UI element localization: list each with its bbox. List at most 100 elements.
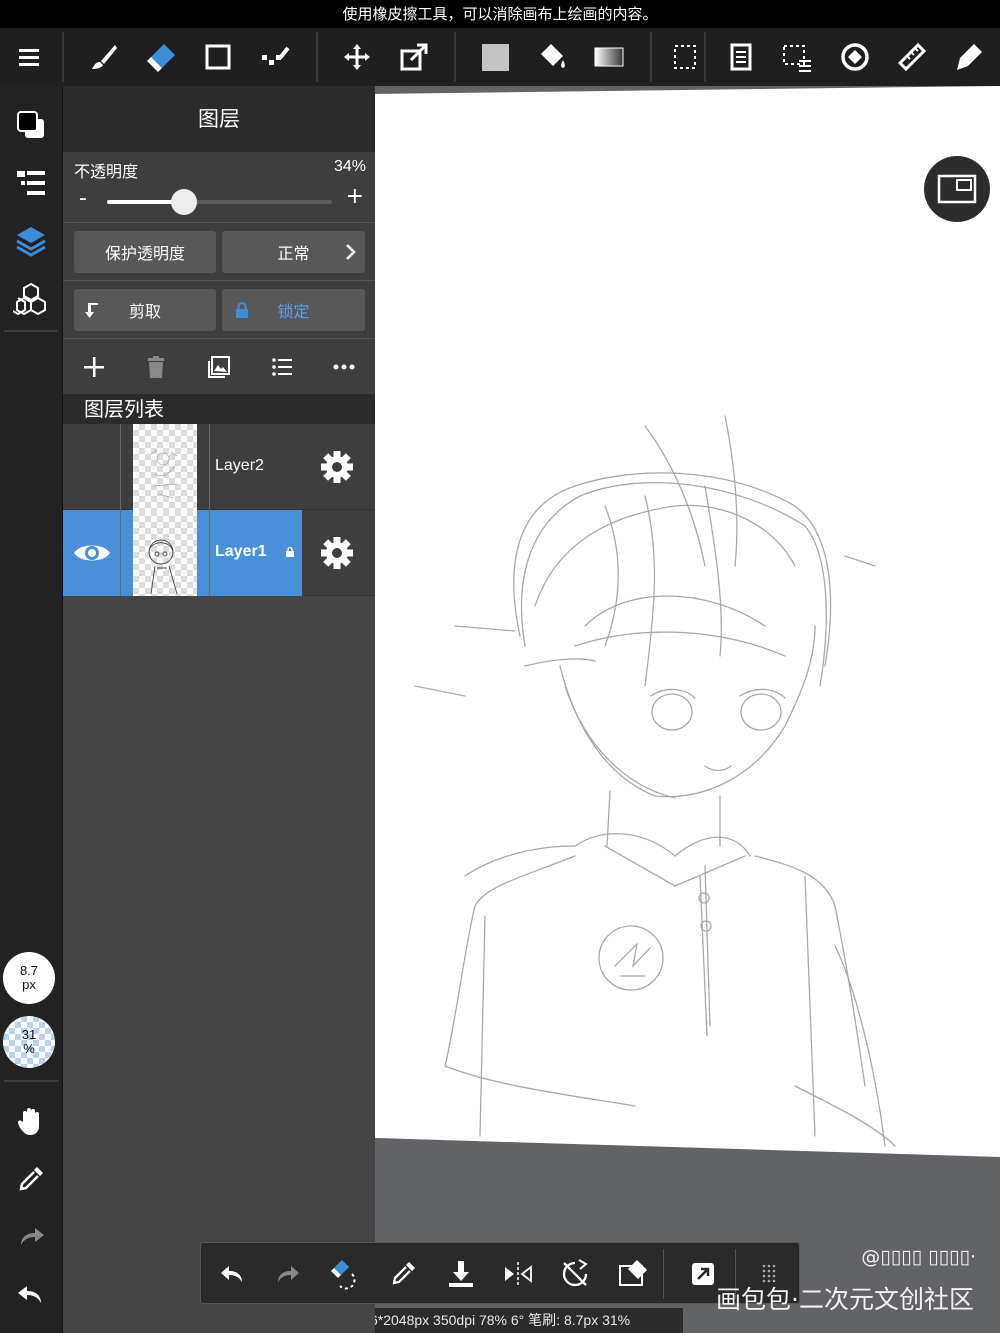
shape-icon[interactable] <box>194 34 242 80</box>
opacity-slider-thumb[interactable] <box>170 189 197 215</box>
blend-mode-label: 正常 <box>277 244 310 263</box>
gear-icon[interactable] <box>318 448 356 486</box>
undo-icon[interactable] <box>6 1270 56 1320</box>
lasso-fill-icon[interactable] <box>831 34 879 80</box>
bottom-toolbar <box>200 1242 800 1304</box>
menu-icon[interactable] <box>5 34 53 80</box>
selection-menu-icon[interactable] <box>774 34 822 80</box>
ruler-icon[interactable] <box>888 34 936 80</box>
layer2-sketch-thumbnail-icon <box>150 449 178 499</box>
opacity-increase-button[interactable]: + <box>346 184 364 209</box>
toolbar-divider <box>704 32 706 82</box>
layer-lock-icon <box>286 546 294 557</box>
clip-arrow-icon <box>85 303 98 318</box>
clip-label: 剪取 <box>128 302 161 321</box>
toolbar-divider <box>316 32 318 82</box>
hand-icon[interactable] <box>6 1096 56 1146</box>
layer-thumbnail <box>133 510 197 596</box>
opacity-decrease-button[interactable]: - <box>79 186 87 211</box>
brush-icon[interactable] <box>80 34 128 80</box>
layer-name: Layer2 <box>215 457 264 474</box>
layer-copy-icon[interactable] <box>717 34 765 80</box>
gear-icon[interactable] <box>318 534 356 572</box>
color-swatch-icon[interactable] <box>6 100 56 150</box>
top-toolbar <box>0 28 1000 86</box>
protect-alpha-label: 保护透明度 <box>104 244 185 263</box>
eyedropper-icon[interactable] <box>6 1154 56 1204</box>
brush-size-unit: px <box>22 977 36 992</box>
layer-thumbnail <box>133 424 197 510</box>
brush-opacity-unit: % <box>23 1041 35 1056</box>
layer-menu-list-icon[interactable] <box>264 349 300 385</box>
delete-layer-icon[interactable] <box>138 349 174 385</box>
layer-visibility-toggle[interactable] <box>63 510 121 596</box>
layer-actions <box>63 338 376 394</box>
brush-size-badge[interactable]: 8.7 px <box>3 952 55 1004</box>
toolbar-divider <box>663 1249 664 1299</box>
chevron-right-icon <box>346 244 356 260</box>
layer-image-icon[interactable] <box>201 349 237 385</box>
blend-mode-select[interactable]: 正常 <box>222 231 365 273</box>
watermark-site: 画包包·二次元文创社区 <box>716 1285 974 1314</box>
clear-layer-icon[interactable] <box>611 1252 655 1296</box>
layer-panel: 图层 不透明度 34% - + 保护透明度 正常 剪取 锁定 图层列表 Laye… <box>62 86 376 1333</box>
protect-alpha-button[interactable]: 保护透明度 <box>74 231 216 273</box>
layer-row[interactable]: Layer2 <box>63 424 376 510</box>
canvas-area[interactable] <box>375 86 1000 1333</box>
watermark-username: @▯▯▯▯ ▯▯▯▯· <box>861 1246 976 1268</box>
add-layer-icon[interactable] <box>76 349 112 385</box>
hint-bar: 使用橡皮擦工具，可以消除画布上绘画的内容。 <box>0 0 1000 28</box>
toolbar-divider <box>62 32 64 82</box>
layer-list-title: 图层列表 <box>63 394 376 424</box>
flip-horizontal-icon[interactable] <box>496 1252 540 1296</box>
clip-button[interactable]: 剪取 <box>74 289 216 331</box>
brush-opacity-badge[interactable]: 31 % <box>3 1016 55 1068</box>
layers-icon[interactable] <box>6 216 56 266</box>
more-options-icon[interactable] <box>326 349 362 385</box>
save-download-icon[interactable] <box>439 1252 483 1296</box>
opacity-slider[interactable] <box>107 189 332 215</box>
layer-row-selected[interactable]: Layer1 <box>63 510 376 596</box>
layer-name: Layer1 <box>215 543 267 560</box>
select-icon[interactable] <box>661 34 709 80</box>
eraser-toggle-icon[interactable] <box>322 1252 366 1296</box>
layer-divider <box>209 424 210 510</box>
reset-rotation-icon[interactable] <box>553 1252 597 1296</box>
rail-divider <box>4 1080 58 1082</box>
pen-tool-icon[interactable] <box>945 34 993 80</box>
view-toggle-button[interactable] <box>924 156 990 222</box>
lock-label: 锁定 <box>277 302 310 321</box>
drawing-canvas[interactable] <box>375 86 1000 1333</box>
layer-visibility-toggle[interactable] <box>63 424 121 510</box>
left-rail: 8.7 px 31 % <box>0 86 62 1333</box>
dot-line-icon[interactable] <box>251 34 299 80</box>
toolbar-divider <box>454 32 456 82</box>
toolbar-divider <box>650 32 652 82</box>
move-icon[interactable] <box>333 34 381 80</box>
lock-button[interactable]: 锁定 <box>222 289 365 331</box>
fill-color-icon[interactable] <box>471 34 519 80</box>
opacity-section: 不透明度 34% - + <box>63 152 376 222</box>
redo-icon[interactable] <box>266 1252 310 1296</box>
opacity-value: 34% <box>333 158 366 175</box>
layer-list-icon[interactable] <box>6 158 56 208</box>
eraser-icon[interactable] <box>137 34 185 80</box>
lock-icon <box>236 302 248 318</box>
transform-icon[interactable] <box>390 34 438 80</box>
rail-divider <box>4 330 58 332</box>
gradient-icon[interactable] <box>585 34 633 80</box>
opacity-label: 不透明度 <box>74 162 139 181</box>
brush-opacity-value: 31 <box>21 1027 37 1042</box>
status-bar: 6*2048px 350dpi 78% 6° 笔刷: 8.7px 31% <box>375 1308 683 1333</box>
bucket-icon[interactable] <box>528 34 576 80</box>
brush-size-value: 8.7 <box>19 963 39 978</box>
undo-icon[interactable] <box>210 1252 254 1296</box>
materials-icon[interactable] <box>6 274 56 324</box>
redo-icon[interactable] <box>6 1212 56 1262</box>
eyedropper-icon[interactable] <box>381 1252 425 1296</box>
blend-row: 保护透明度 正常 <box>63 222 376 280</box>
panel-title: 图层 <box>63 86 375 152</box>
layer1-sketch-thumbnail-icon <box>148 539 178 595</box>
window-icon <box>937 174 977 204</box>
eye-icon <box>73 545 110 561</box>
